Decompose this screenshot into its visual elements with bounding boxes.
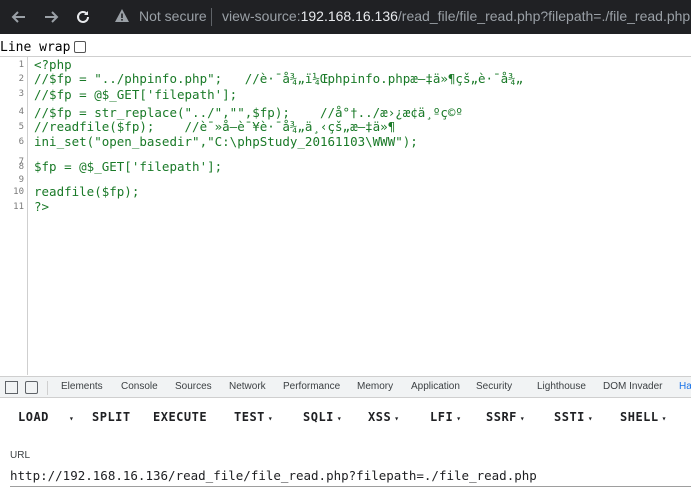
- url-field-label: URL: [10, 450, 31, 461]
- tab-memory[interactable]: Memory: [357, 381, 393, 392]
- not-secure-label[interactable]: Not secure: [139, 8, 207, 24]
- code-line: //readfile($fp); //è¯»å–è¯¥è·¯å¾„ä¸‹çš„æ…: [34, 119, 396, 134]
- device-toolbar-icon[interactable]: [25, 381, 38, 394]
- url-input[interactable]: http://192.168.16.136/read_file/file_rea…: [10, 468, 691, 487]
- xss-menu-button[interactable]: XSS ▾: [368, 410, 400, 424]
- line-number: 2: [18, 74, 24, 84]
- chevron-down-icon: ▾: [661, 414, 667, 423]
- test-label: TEST: [234, 410, 265, 424]
- address-bar[interactable]: view-source:192.168.16.136/read_file/fil…: [222, 8, 690, 24]
- shell-label: SHELL: [620, 410, 659, 424]
- sqli-label: SQLI: [303, 410, 334, 424]
- line-wrap-control: Line wrap: [0, 38, 87, 56]
- line-number: 8: [18, 162, 24, 172]
- code-line: //$fp = str_replace("../","",$fp); //å°†…: [34, 105, 463, 120]
- line-wrap-checkbox[interactable]: [74, 41, 87, 53]
- line-wrap-label: Line wrap: [0, 39, 71, 55]
- split-button[interactable]: SPLIT: [92, 410, 131, 424]
- lfi-label: LFI: [430, 410, 454, 424]
- shell-menu-button[interactable]: SHELL ▾: [620, 410, 667, 424]
- forward-arrow-icon[interactable]: [40, 6, 62, 28]
- code-line: <?php: [34, 57, 72, 72]
- tab-console[interactable]: Console: [121, 381, 158, 392]
- hackbar-toolbar: LOAD ▾ SPLIT EXECUTE TEST ▾ SQLI ▾ XSS ▾ LF…: [0, 399, 691, 435]
- inspect-element-icon[interactable]: [5, 381, 18, 394]
- devtools-divider: [47, 381, 48, 395]
- code-line: ?>: [34, 199, 50, 214]
- line-number: 6: [18, 137, 24, 147]
- tab-performance[interactable]: Performance: [283, 381, 340, 392]
- line-number: 5: [18, 122, 24, 132]
- line-number: 4: [18, 107, 24, 117]
- tab-application[interactable]: Application: [411, 381, 460, 392]
- divider: [0, 56, 691, 57]
- browser-toolbar: Not secure view-source:192.168.16.136/re…: [0, 0, 691, 34]
- url-host: 192.168.16.136: [300, 8, 398, 24]
- line-number-gutter: [0, 57, 28, 375]
- devtools-tab-bar: Elements Console Sources Network Perform…: [0, 376, 691, 398]
- line-number: 1: [18, 60, 24, 70]
- ssrf-label: SSRF: [486, 410, 517, 424]
- chevron-down-icon: ▾: [587, 414, 594, 423]
- tab-lighthouse[interactable]: Lighthouse: [537, 381, 586, 392]
- code-line: //$fp = "../phpinfo.php"; //è·¯å¾„ï¼Œphp…: [34, 71, 524, 86]
- tab-sources[interactable]: Sources: [175, 381, 212, 392]
- url-path: /read_file/file_read.php?filepath=./file…: [397, 8, 691, 24]
- code-line: readfile($fp);: [34, 184, 140, 199]
- back-arrow-icon[interactable]: [8, 6, 30, 28]
- tab-elements[interactable]: Elements: [61, 381, 103, 392]
- code-line: ini_set("open_basedir","C:\phpStudy_2016…: [34, 134, 418, 149]
- line-number: 3: [18, 89, 24, 99]
- chevron-down-icon: ▾: [336, 414, 343, 423]
- sqli-menu-button[interactable]: SQLI ▾: [303, 410, 342, 424]
- xss-label: XSS: [368, 410, 392, 424]
- tab-network[interactable]: Network: [229, 381, 266, 392]
- execute-button[interactable]: EXECUTE: [153, 410, 207, 424]
- ssti-menu-button[interactable]: SSTI ▾: [554, 410, 593, 424]
- address-divider: [211, 8, 212, 26]
- chevron-down-icon: ▾: [394, 414, 400, 423]
- reload-icon[interactable]: [72, 6, 94, 28]
- ssrf-menu-button[interactable]: SSRF ▾: [486, 410, 525, 424]
- test-menu-button[interactable]: TEST ▾: [234, 410, 273, 424]
- chevron-down-icon: ▾: [519, 414, 526, 423]
- line-number: 9: [18, 175, 24, 185]
- tab-dom-invader[interactable]: DOM Invader: [603, 381, 662, 392]
- load-button[interactable]: LOAD: [18, 410, 49, 424]
- warning-icon[interactable]: [114, 8, 130, 24]
- line-number: 10: [13, 187, 24, 197]
- chevron-down-icon: ▾: [456, 414, 462, 423]
- code-line: $fp = @$_GET['filepath'];: [34, 159, 223, 174]
- tab-security[interactable]: Security: [476, 381, 512, 392]
- line-number: 11: [13, 202, 24, 212]
- url-scheme: view-source:: [222, 8, 301, 24]
- chevron-down-icon: ▾: [69, 414, 75, 423]
- code-line: //$fp = @$_GET['filepath'];: [34, 87, 238, 102]
- ssti-label: SSTI: [554, 410, 585, 424]
- tab-hackbar[interactable]: Ha: [679, 381, 691, 392]
- chevron-down-icon: ▾: [267, 414, 274, 423]
- load-dropdown-caret[interactable]: ▾: [66, 410, 74, 424]
- lfi-menu-button[interactable]: LFI ▾: [430, 410, 462, 424]
